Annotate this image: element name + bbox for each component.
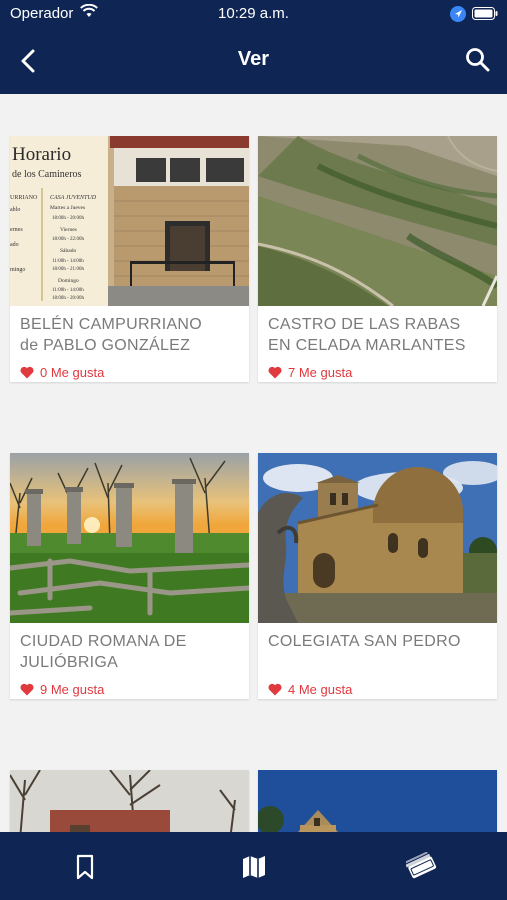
- poster-word: URRIANO: [10, 195, 38, 201]
- location-arrow-icon: [450, 6, 466, 26]
- place-name: COLEGIATA SAN PEDRO: [258, 623, 497, 677]
- page-title: Ver: [237, 48, 270, 70]
- status-bar: Operador 10:29 a.m.: [0, 0, 507, 28]
- heart-icon: [20, 683, 34, 695]
- place-card[interactable]: COLEGIATA SAN PEDRO 4 Me gusta: [258, 453, 497, 699]
- place-card[interactable]: [258, 770, 497, 832]
- poster-title: Horario: [12, 144, 71, 165]
- place-name: CIUDAD ROMANA DE JULIÓBRIGA: [10, 623, 249, 677]
- place-card[interactable]: [10, 770, 249, 832]
- place-image: [258, 136, 497, 306]
- poster-line: CASA JUVENTUD: [50, 195, 97, 201]
- likes-count: 7 Me gusta: [258, 360, 497, 382]
- poster-line: 11:00h - 14:00h: [52, 288, 84, 293]
- place-name-line: BELÉN CAMPURRIANO: [20, 316, 203, 333]
- status-time: 10:29 a.m.: [218, 5, 289, 22]
- poster-line: Martes a Jueves: [50, 205, 85, 211]
- tab-tickets[interactable]: [403, 851, 437, 882]
- poster-line: Domingo: [58, 278, 79, 284]
- place-image: [10, 770, 249, 832]
- likes-count: 9 Me gusta: [10, 677, 249, 699]
- poster-line: 18:00h - 20:00h: [52, 296, 84, 301]
- tab-map[interactable]: [239, 852, 269, 882]
- poster-word: ado: [10, 242, 19, 248]
- bookmark-icon: [76, 854, 94, 880]
- place-card[interactable]: CASTRO DE LAS RABAS EN CELADA MARLANTES …: [258, 136, 497, 382]
- place-name-line: CIUDAD ROMANA DE: [20, 633, 187, 650]
- poster-line: Viernes: [60, 227, 77, 233]
- place-name-line: JULIÓBRIGA: [20, 654, 119, 671]
- poster-line: 18:00h - 21:00h: [52, 267, 84, 272]
- likes-count: 0 Me gusta: [10, 360, 249, 382]
- battery-icon: [472, 7, 498, 24]
- poster-word: ablo: [10, 207, 20, 213]
- poster-word: ernes: [10, 227, 23, 233]
- top-bar: Operador 10:29 a.m. Ver: [0, 0, 507, 94]
- place-card[interactable]: CIUDAD ROMANA DE JULIÓBRIGA 9 Me gusta: [10, 453, 249, 699]
- poster-line: 11:00h - 14:00h: [52, 259, 84, 264]
- place-image: [10, 453, 249, 623]
- heart-icon: [268, 366, 282, 378]
- navigation-bar: Ver: [0, 30, 507, 94]
- place-name-line: de PABLO GONZÁLEZ: [20, 337, 191, 354]
- poster-line: Sábado: [60, 248, 76, 254]
- place-name-line: COLEGIATA SAN PEDRO: [268, 633, 461, 650]
- tickets-icon: [403, 851, 437, 879]
- place-image: Horario de los Camineros URRIANO ablo er…: [10, 136, 249, 306]
- likes-label: 7 Me gusta: [288, 364, 353, 380]
- tab-bar: [0, 832, 507, 900]
- heart-icon: [20, 366, 34, 378]
- likes-label: 9 Me gusta: [40, 681, 105, 697]
- place-card[interactable]: Horario de los Camineros URRIANO ablo er…: [10, 136, 249, 382]
- place-name-line: EN CELADA MARLANTES: [268, 337, 466, 354]
- poster-line: 18:00h - 20:00h: [52, 216, 84, 221]
- likes-count: 4 Me gusta: [258, 677, 497, 699]
- place-image: [258, 453, 497, 623]
- places-grid: Horario de los Camineros URRIANO ablo er…: [0, 94, 507, 832]
- tab-bookmarks[interactable]: [72, 852, 102, 882]
- search-button[interactable]: [464, 46, 492, 74]
- place-name: CASTRO DE LAS RABAS EN CELADA MARLANTES: [258, 306, 497, 360]
- search-icon: [466, 48, 490, 72]
- place-name-line: CASTRO DE LAS RABAS: [268, 316, 461, 333]
- poster-subtitle: de los Camineros: [12, 169, 82, 180]
- heart-icon: [268, 683, 282, 695]
- place-image: [258, 770, 497, 832]
- place-name: BELÉN CAMPURRIANO de PABLO GONZÁLEZ: [10, 306, 249, 360]
- poster-line: 18:00h - 22:00h: [52, 237, 84, 242]
- map-icon: [243, 856, 265, 878]
- likes-label: 0 Me gusta: [40, 364, 105, 380]
- poster-word: mingo: [10, 267, 25, 273]
- likes-label: 4 Me gusta: [288, 681, 353, 697]
